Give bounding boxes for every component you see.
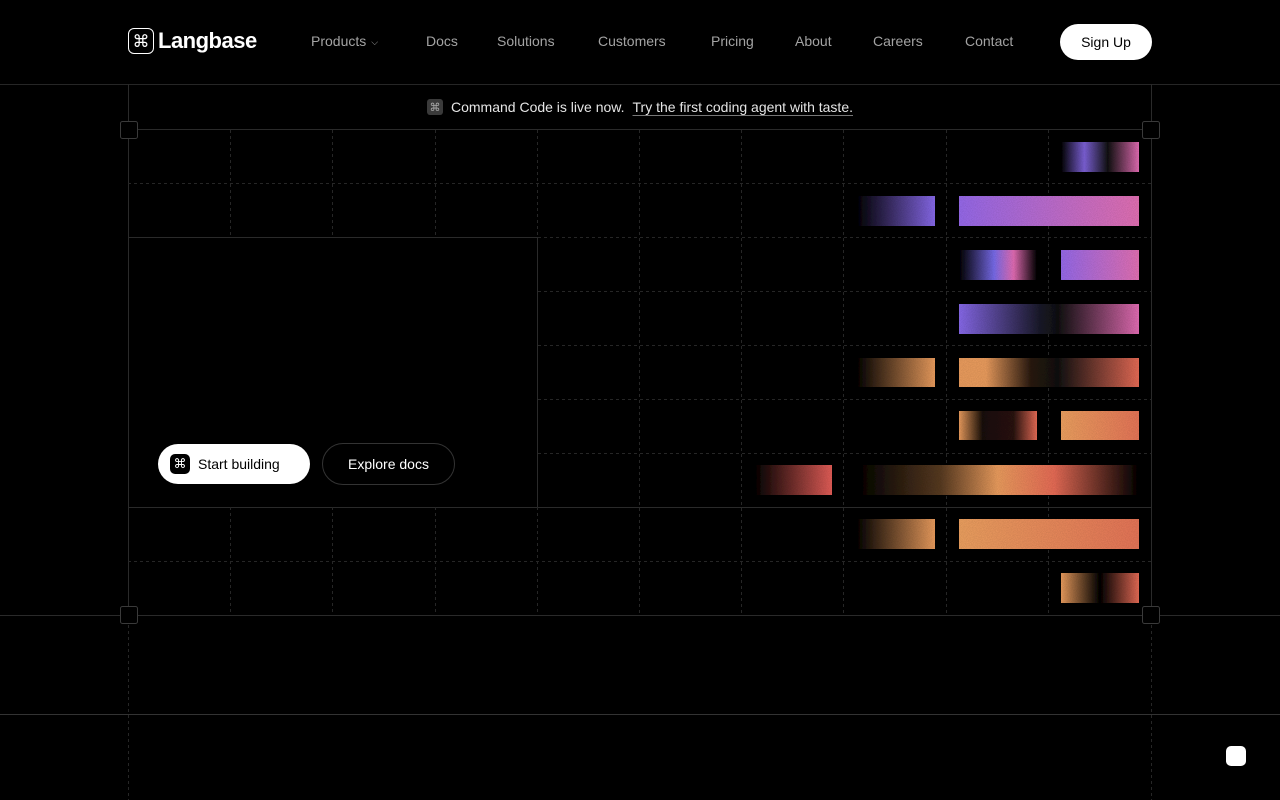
announcement-bar: ⌘ Command Code is live now. Try the firs… [0,96,1280,118]
start-building-label: Start building [198,456,280,472]
announcement-text: Command Code is live now. [450,99,625,115]
announcement-link[interactable]: Try the first coding agent with taste. [633,99,853,115]
explore-docs-button[interactable]: Explore docs [322,443,455,485]
command-icon: ⌘ [426,99,443,115]
start-building-button[interactable]: ⌘ Start building [158,444,310,484]
chat-widget-button[interactable] [1226,746,1246,766]
hero-grid-art [0,84,1280,800]
command-icon: ⌘ [170,454,190,474]
